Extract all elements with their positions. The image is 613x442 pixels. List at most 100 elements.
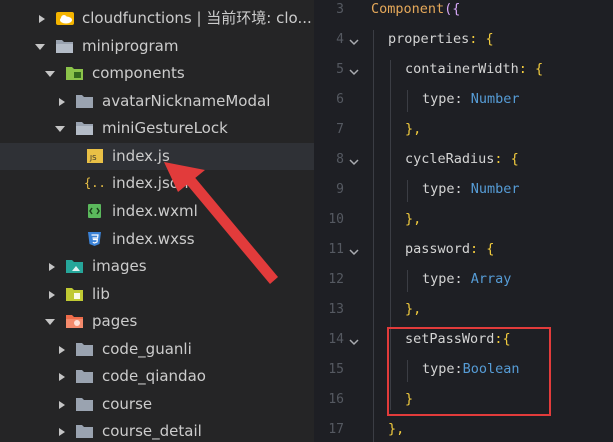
code-punctuation: ({ — [444, 1, 461, 17]
code-punctuation: : — [454, 181, 471, 197]
code-content: containerWidth: { — [405, 60, 543, 78]
line-number: 6 — [336, 92, 344, 107]
code-line[interactable]: 11 password: { — [314, 236, 613, 266]
tree-item-pages[interactable]: pages — [0, 308, 314, 335]
line-number: 9 — [336, 182, 344, 197]
tree-item-index-json[interactable]: {..} index.json — [0, 170, 314, 197]
code-type: Number — [470, 181, 520, 197]
code-punctuation: : — [454, 271, 471, 287]
code-line[interactable]: 17 }, — [314, 416, 613, 442]
line-number: 12 — [328, 272, 344, 287]
tree-item-index-wxml[interactable]: index.wxml — [0, 198, 314, 225]
tree-item-label: course — [102, 395, 153, 413]
code-line[interactable]: 10 }, — [314, 206, 613, 236]
code-line[interactable]: 12 type: Array — [314, 266, 613, 296]
tree-item-index-wxss[interactable]: index.wxss — [0, 226, 314, 253]
tree-item-cloudfunctions[interactable]: cloudfunctions | 当前环境: clo... — [0, 5, 314, 32]
images-folder-icon — [66, 258, 84, 274]
annotation-highlight-box — [387, 327, 551, 416]
code-line[interactable]: 13 }, — [314, 296, 613, 326]
chevron-right-icon[interactable] — [46, 289, 58, 301]
chevron-right-icon[interactable] — [56, 371, 68, 383]
tree-item-course_detail[interactable]: course_detail — [0, 418, 314, 442]
code-content: properties: { — [388, 30, 494, 48]
tree-item-miniprogram[interactable]: miniprogram — [0, 33, 314, 60]
chevron-down-icon[interactable] — [44, 68, 56, 80]
lib-folder-icon — [66, 286, 84, 302]
chevron-right-icon[interactable] — [46, 261, 58, 273]
fold-chevron-icon[interactable] — [348, 153, 360, 166]
code-property: cycleRadius — [405, 151, 495, 167]
tree-item-components[interactable]: components — [0, 60, 314, 87]
tree-item-label: index.js — [112, 147, 170, 165]
tree-item-label: index.wxss — [112, 230, 195, 248]
code-line[interactable]: 3 Component({ — [314, 0, 613, 26]
tree-item-label: images — [92, 257, 147, 275]
tree-item-label: course_detail — [102, 422, 202, 440]
line-number: 4 — [336, 32, 344, 47]
tree-item-course[interactable]: course — [0, 391, 314, 418]
line-number: 3 — [336, 2, 344, 17]
line-number: 16 — [328, 392, 344, 407]
line-number: 13 — [328, 302, 344, 317]
chevron-right-icon[interactable] — [56, 344, 68, 356]
svg-text:JS: JS — [89, 154, 97, 162]
code-content: cycleRadius: { — [405, 150, 519, 168]
line-number: 7 — [336, 122, 344, 137]
chevron-down-icon[interactable] — [34, 41, 46, 53]
chevron-right-icon[interactable] — [36, 13, 48, 25]
tree-item-lib[interactable]: lib — [0, 281, 314, 308]
code-line[interactable]: 4 properties: { — [314, 26, 613, 56]
code-line[interactable]: 6 type: Number — [314, 86, 613, 116]
chevron-down-icon[interactable] — [44, 316, 56, 328]
folder-icon — [76, 423, 94, 439]
line-number: 17 — [328, 422, 344, 437]
code-line[interactable]: 7 }, — [314, 116, 613, 146]
code-content: }, — [388, 420, 404, 438]
folder-open-icon — [76, 120, 94, 136]
tree-item-label: pages — [92, 312, 138, 330]
tree-item-label: miniGestureLock — [102, 119, 228, 137]
js-file-icon: JS — [86, 148, 104, 164]
code-line[interactable]: 9 type: Number — [314, 176, 613, 206]
line-number: 10 — [328, 212, 344, 227]
tree-item-label: lib — [92, 285, 110, 303]
line-number: 15 — [328, 362, 344, 377]
tree-item-label: miniprogram — [82, 37, 179, 55]
line-number: 8 — [336, 152, 344, 167]
code-content: }, — [405, 120, 421, 138]
code-property: type — [422, 271, 455, 287]
tree-item-code_guanli[interactable]: code_guanli — [0, 336, 314, 363]
code-punctuation: : { — [469, 31, 494, 47]
code-line[interactable]: 8 cycleRadius: { — [314, 146, 613, 176]
code-content: password: { — [405, 240, 494, 258]
chevron-right-icon[interactable] — [56, 96, 68, 108]
code-content: type: Number — [422, 180, 520, 198]
tree-item-index-js[interactable]: JS index.js — [0, 143, 314, 170]
json-file-icon: {..} — [84, 175, 113, 191]
tree-item-code_qiandao[interactable]: code_qiandao — [0, 363, 314, 390]
tree-item-label: code_qiandao — [102, 367, 206, 385]
code-punctuation: }, — [405, 211, 422, 227]
tree-item-miniGestureLock[interactable]: miniGestureLock — [0, 115, 314, 142]
tree-item-avatarNicknameModal[interactable]: avatarNicknameModal — [0, 88, 314, 115]
folder-icon — [76, 368, 94, 384]
tree-item-label: code_guanli — [102, 340, 192, 358]
tree-item-images[interactable]: images — [0, 253, 314, 280]
tree-item-label: avatarNicknameModal — [102, 92, 271, 110]
code-punctuation: }, — [405, 121, 422, 137]
line-number: 11 — [328, 242, 344, 257]
code-line[interactable]: 5 containerWidth: { — [314, 56, 613, 86]
folder-icon — [76, 396, 94, 412]
fold-chevron-icon[interactable] — [348, 333, 360, 346]
fold-chevron-icon[interactable] — [348, 243, 360, 256]
wxss-file-icon — [86, 231, 104, 247]
chevron-right-icon[interactable] — [56, 426, 68, 438]
code-punctuation: }, — [405, 301, 422, 317]
tree-item-label: cloudfunctions | 当前环境: clo... — [82, 9, 312, 27]
fold-chevron-icon[interactable] — [348, 33, 360, 46]
chevron-down-icon[interactable] — [54, 123, 66, 135]
fold-chevron-icon[interactable] — [348, 63, 360, 76]
code-property: password — [405, 241, 471, 257]
chevron-right-icon[interactable] — [56, 399, 68, 411]
